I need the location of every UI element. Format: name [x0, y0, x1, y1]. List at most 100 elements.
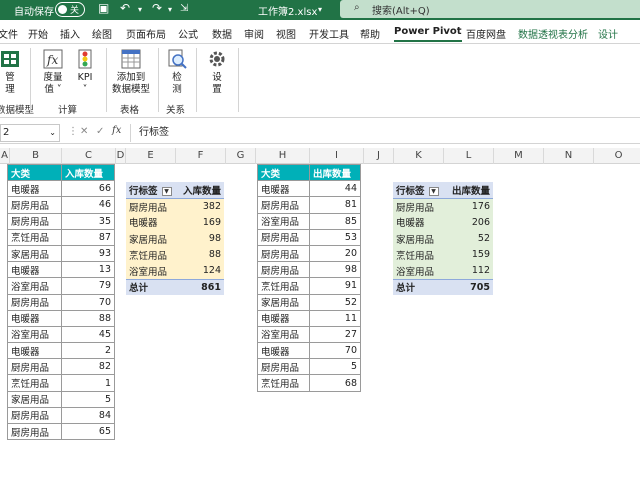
filename-dropdown-icon[interactable]: ▾	[318, 5, 322, 14]
quantity-cell[interactable]: 65	[61, 422, 115, 441]
total-label[interactable]: 总计	[393, 278, 446, 296]
tab-data[interactable]: 数据	[212, 26, 232, 41]
header-category[interactable]: 大类	[257, 163, 310, 182]
category-cell[interactable]: 厨房用品	[257, 228, 310, 246]
category-cell[interactable]: 厨房用品	[7, 293, 62, 311]
category-cell[interactable]: 厨房用品	[126, 198, 178, 215]
quantity-cell[interactable]: 85	[309, 212, 361, 230]
category-cell[interactable]: 烹饪用品	[126, 246, 178, 263]
column-header[interactable]: N	[544, 148, 594, 164]
category-cell[interactable]: 电暖器	[257, 309, 310, 327]
settings-button[interactable]: 设 置	[204, 48, 230, 96]
add-to-data-model-button[interactable]: 添加到 数据模型	[110, 48, 152, 96]
worksheet-grid[interactable]: A B C D E F G H I J K L M N O 大类 入库数量 电暖…	[0, 148, 640, 502]
quantity-cell[interactable]: 1	[61, 374, 115, 392]
category-cell[interactable]: 浴室用品	[7, 277, 62, 295]
pivot-row-labels-header[interactable]: 行标签 ▼	[126, 182, 178, 199]
tab-draw[interactable]: 绘图	[92, 26, 112, 41]
category-cell[interactable]: 电暖器	[257, 342, 310, 360]
tab-baidu-netdisk[interactable]: 百度网盘	[466, 26, 506, 41]
tab-power-pivot[interactable]: Power Pivot	[394, 26, 462, 42]
category-cell[interactable]: 浴室用品	[7, 325, 62, 344]
header-category[interactable]: 大类	[7, 163, 62, 182]
customize-toolbar-icon[interactable]: ⇲	[180, 3, 188, 14]
enter-icon[interactable]: ✓	[96, 126, 104, 137]
total-label[interactable]: 总计	[126, 278, 178, 296]
column-header[interactable]: C	[62, 148, 116, 164]
total-value[interactable]: 705	[445, 278, 493, 296]
header-in-qty[interactable]: 入库数量	[61, 163, 115, 182]
column-header[interactable]: A	[0, 148, 10, 164]
total-value[interactable]: 861	[177, 278, 224, 296]
quantity-cell[interactable]: 66	[61, 180, 115, 198]
category-cell[interactable]: 浴室用品	[126, 262, 178, 280]
quantity-cell[interactable]: 382	[177, 198, 224, 215]
category-cell[interactable]: 电暖器	[7, 180, 62, 198]
column-header[interactable]: B	[10, 148, 62, 164]
filter-dropdown-icon[interactable]: ▼	[161, 186, 172, 196]
formula-input[interactable]: 行标签	[130, 124, 640, 142]
category-cell[interactable]: 厨房用品	[257, 358, 310, 376]
tab-file[interactable]: 文件	[0, 26, 18, 41]
category-cell[interactable]: 浴室用品	[257, 212, 310, 230]
pivot-value-header[interactable]: 入库数量	[177, 182, 224, 199]
column-header[interactable]: L	[444, 148, 494, 164]
insert-function-icon[interactable]: fx	[112, 125, 121, 136]
cancel-icon[interactable]: ✕	[80, 126, 88, 137]
quantity-cell[interactable]: 81	[309, 196, 361, 214]
category-cell[interactable]: 烹饪用品	[7, 374, 62, 392]
quantity-cell[interactable]: 206	[445, 214, 493, 231]
quantity-cell[interactable]: 87	[61, 228, 115, 246]
quantity-cell[interactable]: 112	[445, 262, 493, 280]
quantity-cell[interactable]: 84	[61, 406, 115, 425]
category-cell[interactable]: 电暖器	[393, 214, 446, 231]
category-cell[interactable]: 家居用品	[7, 390, 62, 408]
quantity-cell[interactable]: 46	[61, 196, 115, 214]
tab-developer[interactable]: 开发工具	[309, 26, 349, 41]
column-header[interactable]: K	[394, 148, 444, 164]
save-icon[interactable]: ▣	[98, 1, 109, 15]
tab-formulas[interactable]: 公式	[178, 26, 198, 41]
category-cell[interactable]: 烹饪用品	[257, 277, 310, 295]
quantity-cell[interactable]: 98	[309, 261, 361, 279]
detect-button[interactable]: 检 测	[164, 48, 190, 96]
quantity-cell[interactable]: 68	[309, 374, 361, 392]
column-header[interactable]: E	[126, 148, 176, 164]
quantity-cell[interactable]: 88	[61, 309, 115, 327]
category-cell[interactable]: 家居用品	[7, 244, 62, 263]
quantity-cell[interactable]: 45	[61, 325, 115, 344]
quantity-cell[interactable]: 35	[61, 212, 115, 230]
quantity-cell[interactable]: 98	[177, 230, 224, 247]
header-out-qty[interactable]: 出库数量	[309, 163, 361, 182]
search-box[interactable]: ⌕ 搜索(Alt+Q)	[340, 0, 640, 18]
manage-button[interactable]: 管 理	[0, 48, 24, 96]
pivot-row-labels-header[interactable]: 行标签 ▼	[393, 182, 446, 199]
column-header[interactable]: M	[494, 148, 544, 164]
column-header[interactable]: G	[226, 148, 256, 164]
quantity-cell[interactable]: 2	[61, 342, 115, 360]
category-cell[interactable]: 家居用品	[393, 230, 446, 247]
quantity-cell[interactable]: 79	[61, 277, 115, 295]
category-cell[interactable]: 厨房用品	[393, 198, 446, 215]
undo-icon[interactable]: ↶	[120, 1, 130, 15]
column-header[interactable]: F	[176, 148, 226, 164]
quantity-cell[interactable]: 20	[309, 244, 361, 263]
kpi-button[interactable]: KPI ˅	[72, 48, 98, 96]
quantity-cell[interactable]: 159	[445, 246, 493, 263]
quantity-cell[interactable]: 169	[177, 214, 224, 231]
name-box[interactable]: 2 ⌄	[0, 124, 60, 142]
quantity-cell[interactable]: 176	[445, 198, 493, 215]
tab-view[interactable]: 视图	[276, 26, 296, 41]
category-cell[interactable]: 厨房用品	[257, 196, 310, 214]
tab-insert[interactable]: 插入	[60, 26, 80, 41]
category-cell[interactable]: 厨房用品	[257, 244, 310, 263]
category-cell[interactable]: 电暖器	[126, 214, 178, 231]
column-header[interactable]: J	[364, 148, 394, 164]
quantity-cell[interactable]: 27	[309, 325, 361, 344]
column-header[interactable]: D	[116, 148, 126, 164]
quantity-cell[interactable]: 53	[309, 228, 361, 246]
quantity-cell[interactable]: 52	[309, 293, 361, 311]
redo-icon[interactable]: ↷	[152, 1, 162, 15]
quantity-cell[interactable]: 124	[177, 262, 224, 280]
category-cell[interactable]: 厨房用品	[7, 212, 62, 230]
